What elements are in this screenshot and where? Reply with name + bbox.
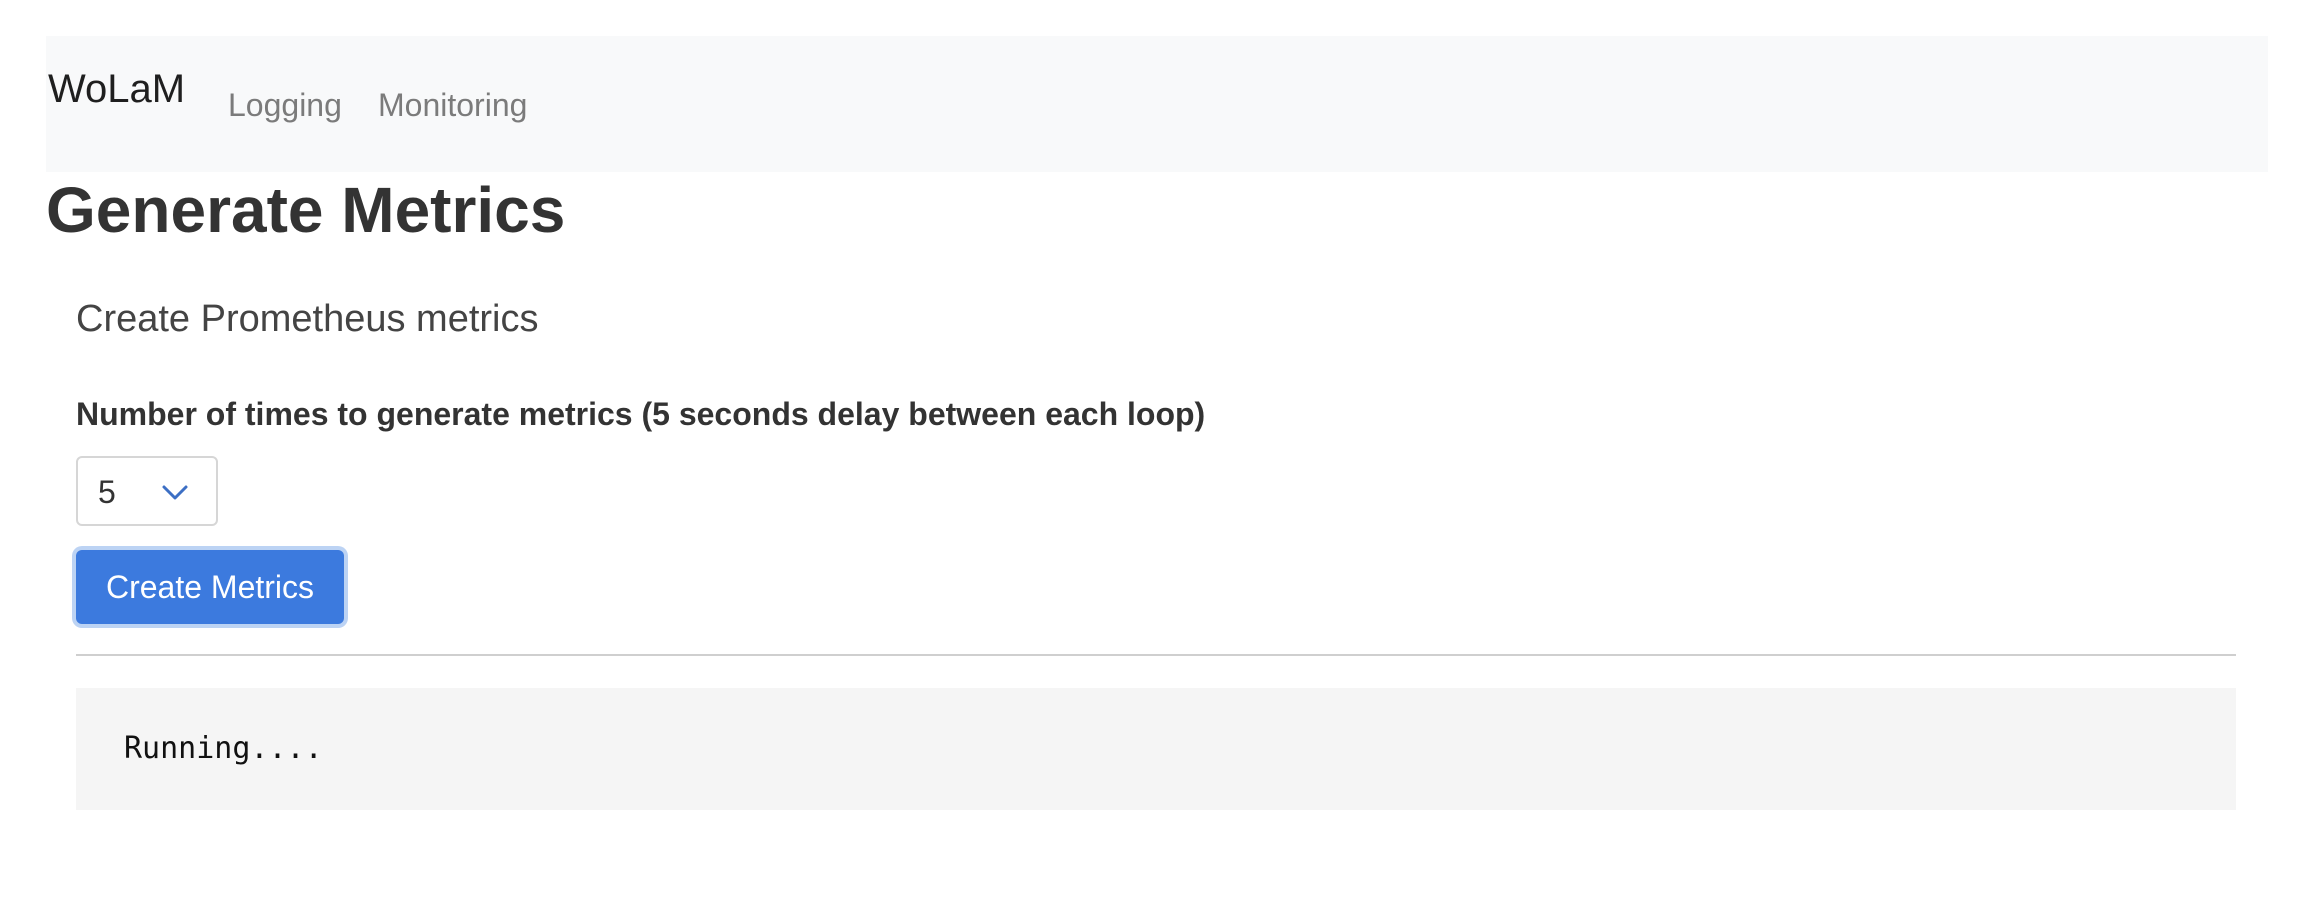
iterations-select[interactable]: 5 [76, 456, 218, 526]
output-text: Running.... [124, 731, 323, 766]
iterations-select-value: 5 [98, 474, 116, 510]
page-title: Generate Metrics [46, 174, 566, 246]
brand-link[interactable]: WoLaM [48, 66, 185, 112]
output-panel: Running.... [76, 688, 2236, 810]
nav-link-monitoring[interactable]: Monitoring [378, 86, 527, 124]
create-metrics-button[interactable]: Create Metrics [76, 550, 344, 624]
navbar: WoLaM Logging Monitoring [46, 36, 2268, 172]
nav-link-logging[interactable]: Logging [228, 86, 342, 124]
page: WoLaM Logging Monitoring Generate Metric… [0, 0, 2308, 920]
divider [76, 654, 2236, 656]
chevron-down-icon [162, 485, 188, 500]
iterations-label: Number of times to generate metrics (5 s… [76, 396, 1206, 432]
section-title: Create Prometheus metrics [76, 298, 539, 340]
